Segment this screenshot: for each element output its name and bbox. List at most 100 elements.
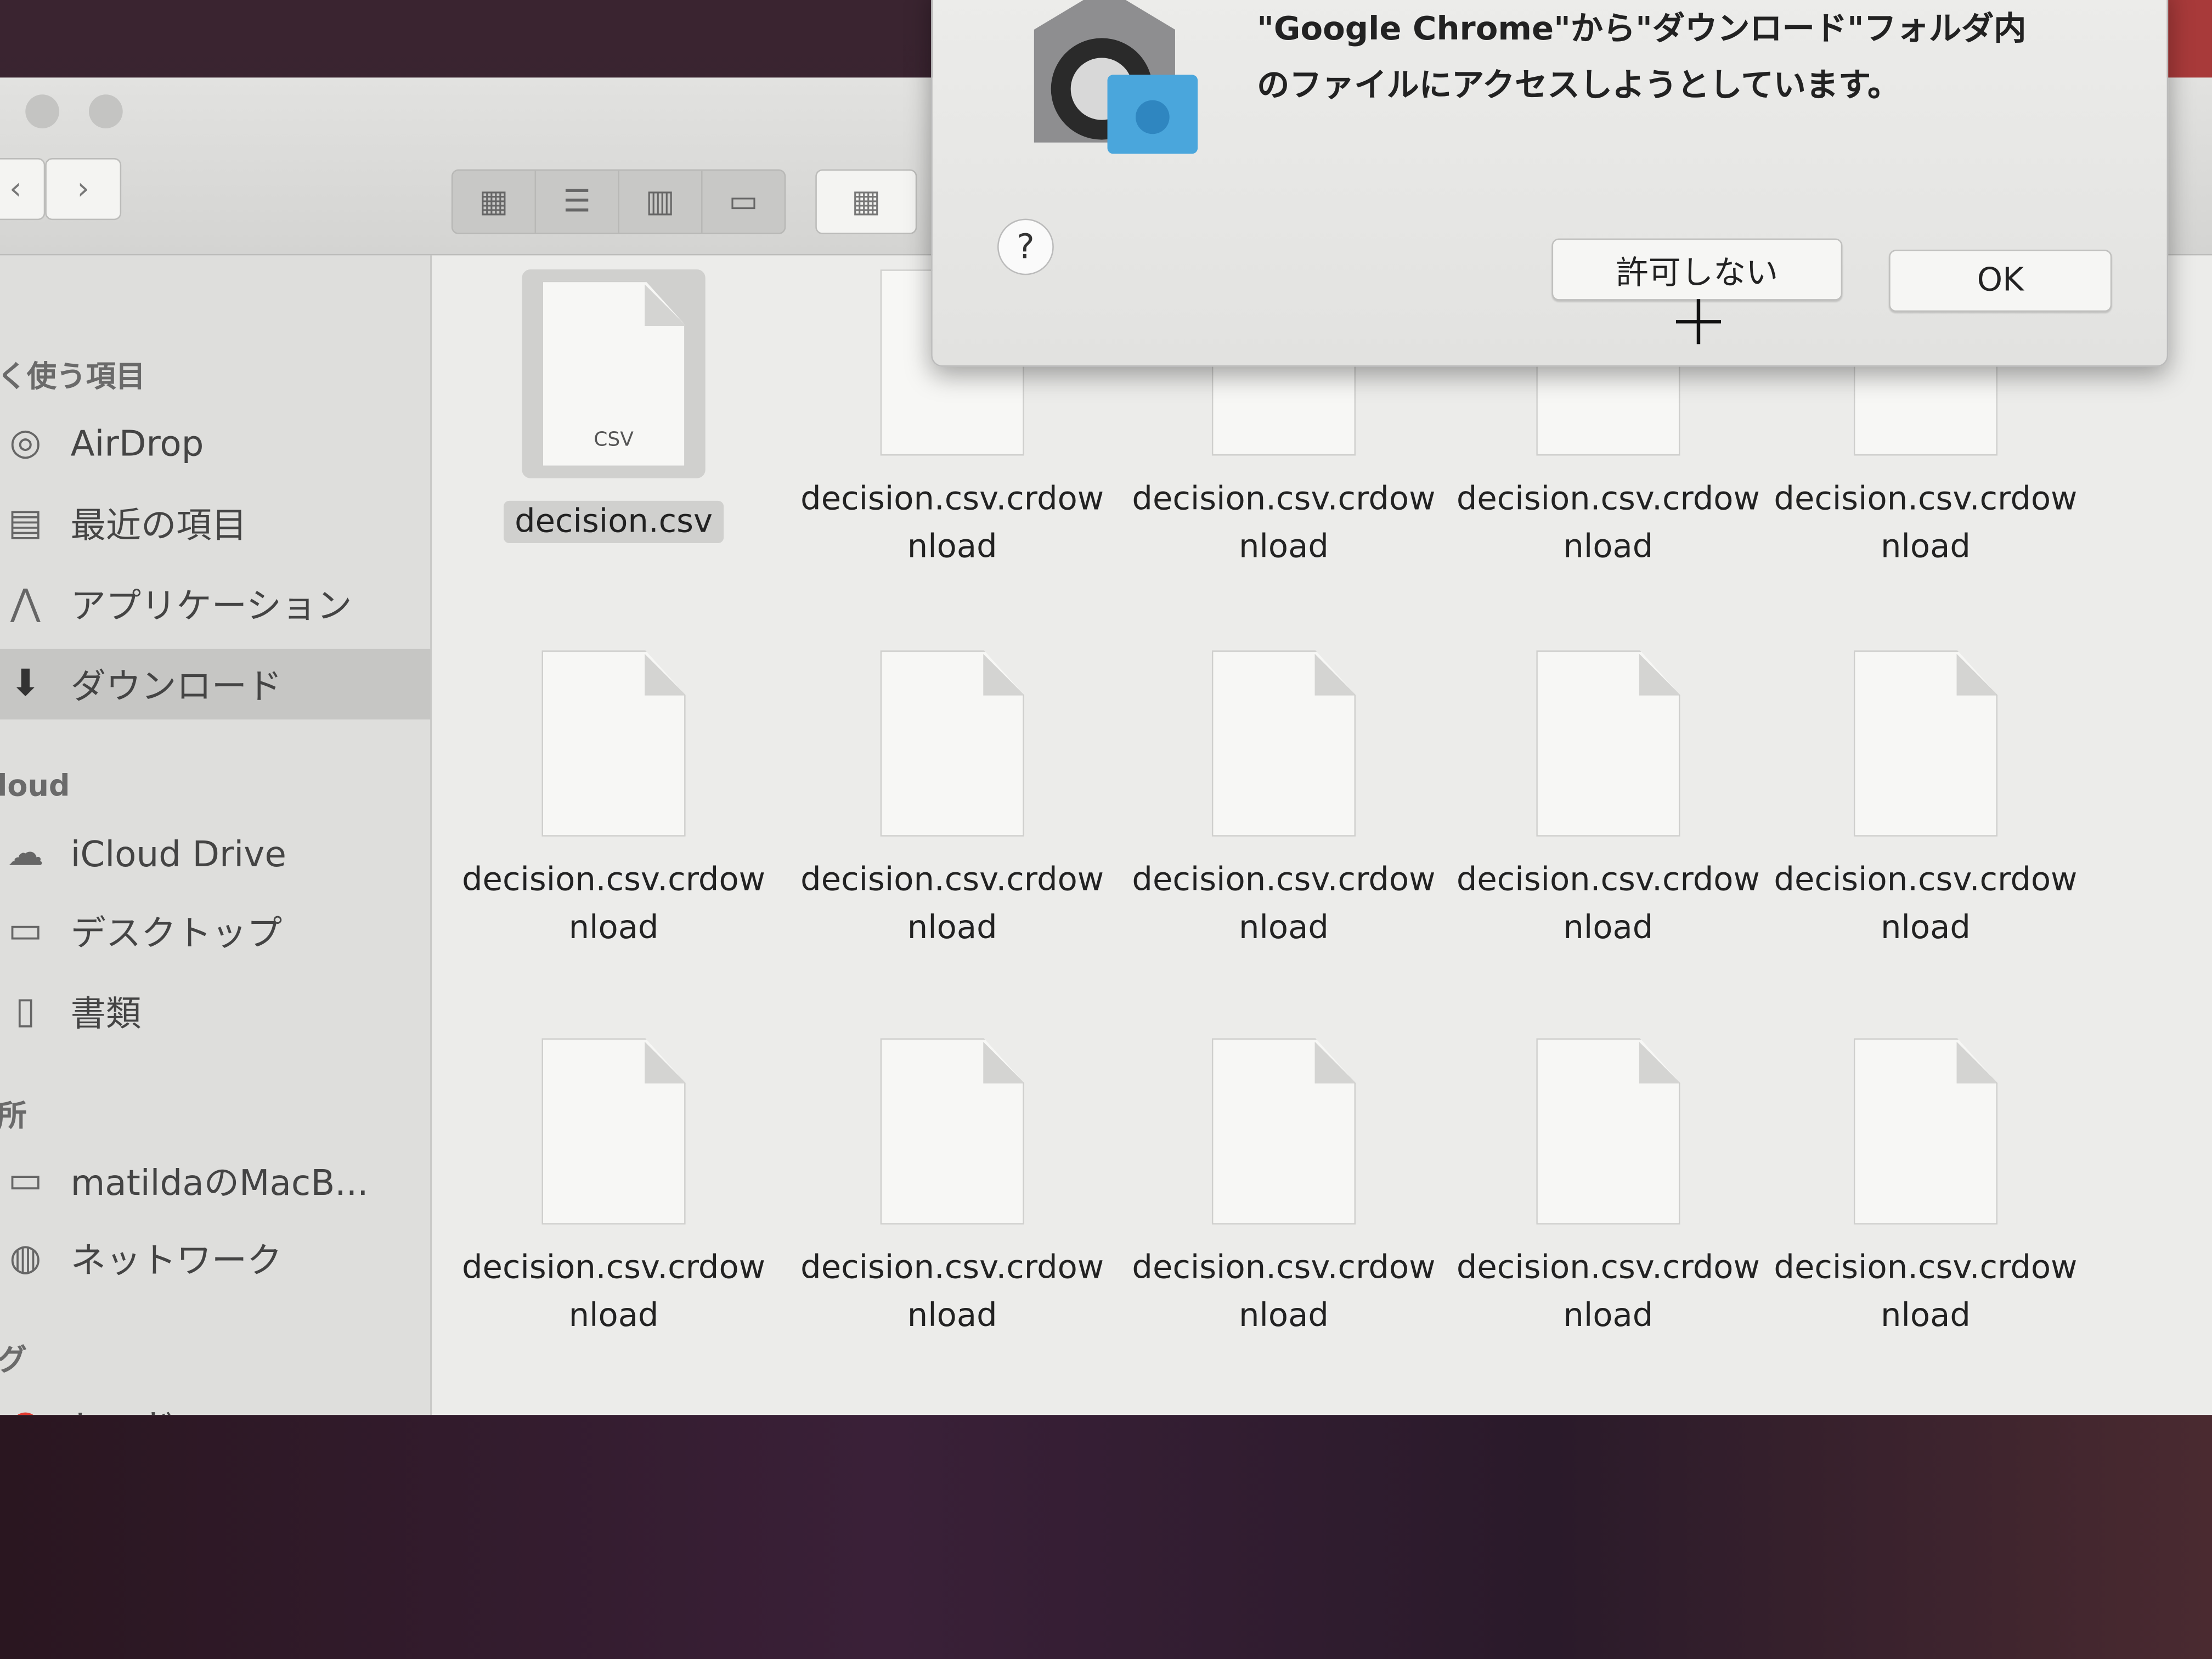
gallery-view-button[interactable]: ▭ (703, 171, 785, 233)
sidebar-item[interactable]: ● レッド (0, 1390, 430, 1415)
file-name: decision.csv.crdownload (1774, 481, 2078, 566)
sidebar-item-label: 書類 (70, 993, 142, 1034)
chevron-left-icon: ‹ (9, 171, 22, 207)
file-item[interactable]: decision.csv.crdownload (452, 1038, 776, 1340)
arrange-button[interactable]: ▦ (815, 169, 917, 234)
document-icon (1853, 650, 1998, 837)
document-icon (1211, 650, 1356, 837)
document-icon (541, 650, 686, 837)
sidebar-item-label: アプリケーション (70, 585, 352, 627)
file-name: decision.csv.crdownload (1132, 481, 1436, 566)
ok-button[interactable]: OK (1889, 250, 2112, 312)
file-name: decision.csv.crdownload (462, 1250, 766, 1335)
permission-dialog: "Google Chrome"から"ダウンロード"フォルダ内 のファイルにアクセ… (931, 0, 2169, 367)
deny-button-label: 許可しない (1616, 255, 1779, 292)
file-item[interactable]: CSV decision.csv (452, 269, 776, 546)
file-item[interactable]: decision.csv.crdownload (790, 650, 1114, 952)
question-icon: ? (1017, 227, 1035, 267)
document-icon (880, 1038, 1024, 1224)
view-mode-group: ▦ ☰ ▥ ▭ (451, 169, 786, 234)
file-item[interactable]: decision.csv.crdownload (1763, 650, 2087, 952)
network-icon: ◍ (9, 1237, 42, 1280)
document-icon (1211, 1038, 1356, 1224)
document-icon (1536, 1038, 1680, 1224)
downloads-icon: ⬇ (10, 663, 41, 706)
dialog-message: "Google Chrome"から"ダウンロード"フォルダ内 のファイルにアクセ… (1257, 2, 2131, 115)
sidebar-item-label: matildaのMacB... (70, 1162, 369, 1204)
ok-button-label: OK (1977, 262, 2024, 300)
sidebar-item[interactable]: ▤ 最近の項目 (0, 488, 430, 559)
dialog-message-line: "Google Chrome"から"ダウンロード"フォルダ内 (1257, 11, 2027, 48)
column-view-button[interactable]: ▥ (619, 171, 703, 233)
document-icon (1536, 650, 1680, 837)
file-item[interactable]: decision.csv.crdownload (1446, 650, 1770, 952)
file-grid: CSV decision.csv decision.csv.crdownload de… (432, 255, 2212, 1415)
window-close-button[interactable] (25, 94, 59, 128)
document-icon (880, 650, 1024, 837)
file-item[interactable]: decision.csv.crdownload (1121, 650, 1446, 952)
file-name: decision.csv.crdownload (462, 862, 766, 947)
sidebar-item[interactable]: ▭ matildaのMacB... (0, 1146, 430, 1216)
file-name: decision.csv.crdownload (1456, 481, 1760, 566)
sidebar-item-label: iCloud Drive (70, 833, 286, 874)
sidebar-section-header: く使う項目 (0, 359, 145, 394)
sidebar-item[interactable]: ◍ ネットワーク (0, 1223, 430, 1294)
file-name: decision.csv.crdownload (1456, 862, 1760, 947)
security-folder-icon (1034, 0, 1198, 154)
file-name: decision.csv.crdownload (1456, 1250, 1760, 1335)
file-name: decision.csv.crdownload (1132, 1250, 1436, 1335)
chevron-right-icon: › (77, 171, 90, 207)
sidebar-section-header: loud (0, 769, 70, 803)
forward-button[interactable]: › (45, 157, 122, 221)
grid-icon: ▦ (851, 184, 881, 219)
file-item[interactable]: decision.csv.crdownload (1121, 1038, 1446, 1340)
sidebar-item-label: 最近の項目 (70, 505, 247, 546)
sidebar-section-header: グ (0, 1342, 27, 1377)
help-button[interactable]: ? (997, 218, 1054, 275)
desktop-background (0, 1415, 2212, 1659)
documents-icon: ▯ (15, 990, 36, 1033)
desktop-icon: ▭ (8, 910, 43, 952)
file-item[interactable]: decision.csv.crdownload (452, 650, 776, 952)
sidebar-item[interactable]: ☁ iCloud Drive (0, 818, 430, 889)
sidebar-item-label: ダウンロード (70, 665, 283, 707)
window-minimize-button[interactable] (88, 94, 123, 128)
sidebar-item[interactable]: ▯ 書類 (0, 976, 430, 1047)
back-button[interactable]: ‹ (0, 157, 46, 221)
file-name: decision.csv.crdownload (800, 1250, 1104, 1335)
sidebar-item[interactable]: ◎ AirDrop (0, 408, 430, 478)
crosshair-cursor-icon (1675, 299, 1722, 345)
sidebar: く使う項目 ◎ AirDrop ▤ 最近の項目 ⋀ アプリケーション ⬇ ダウンロード loud ☁… (0, 255, 432, 1415)
sidebar-section-header: 所 (0, 1099, 27, 1133)
sidebar-item-label: レッド (71, 1400, 177, 1415)
file-name: decision.csv.crdownload (800, 481, 1104, 566)
file-name: decision.csv.crdownload (1774, 862, 2078, 947)
file-name: decision.csv.crdownload (1774, 1250, 2078, 1335)
applications-icon: ⋀ (10, 582, 41, 625)
sidebar-item-label: AirDrop (70, 422, 204, 464)
file-name: decision.csv (503, 500, 724, 543)
file-name: decision.csv.crdownload (800, 862, 1104, 947)
airdrop-icon: ◎ (9, 421, 42, 464)
sidebar-item-label: デスクトップ (70, 912, 283, 954)
document-icon (1853, 1038, 1998, 1224)
sidebar-item[interactable]: ⬇ ダウンロード (0, 648, 431, 720)
tag-red-icon: ● (0, 1404, 54, 1415)
file-name: decision.csv.crdownload (1132, 862, 1436, 947)
sidebar-item[interactable]: ▭ デスクトップ (0, 896, 430, 967)
file-item[interactable]: decision.csv.crdownload (1763, 1038, 2087, 1340)
file-extension-label: CSV (594, 428, 634, 452)
deny-button[interactable]: 許可しない (1551, 238, 1843, 301)
document-icon: CSV (541, 280, 686, 467)
cloud-icon: ☁ (7, 832, 44, 875)
screen: ‹ › ▦ ☰ ▥ ▭ ▦ く使う項目 ◎ AirDrop ▤ 最近の項目 ⋀ アプリケーシ… (0, 0, 2212, 1659)
file-item[interactable]: decision.csv.crdownload (1446, 1038, 1770, 1340)
laptop-icon: ▭ (8, 1159, 43, 1202)
recents-icon: ▤ (8, 502, 43, 545)
sidebar-item[interactable]: ⋀ アプリケーション (0, 568, 430, 639)
dialog-message-line: のファイルにアクセスしようとしています。 (1257, 67, 1900, 105)
sidebar-item-label: ネットワーク (70, 1240, 283, 1281)
file-item[interactable]: decision.csv.crdownload (790, 1038, 1114, 1340)
icon-view-button[interactable]: ▦ (453, 171, 537, 233)
list-view-button[interactable]: ☰ (536, 171, 619, 233)
